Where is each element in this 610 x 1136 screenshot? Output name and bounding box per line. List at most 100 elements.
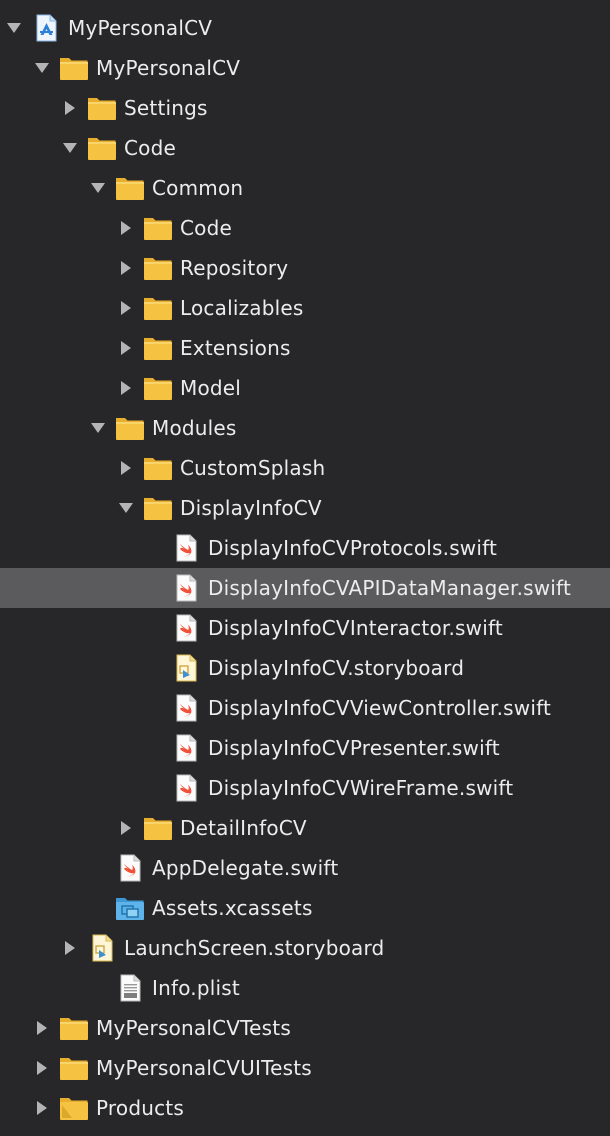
folder-icon: [143, 294, 173, 322]
disclosure-collapsed-icon[interactable]: [118, 460, 134, 476]
navigator-item-label: Common: [152, 176, 244, 200]
navigator-item-label: MyPersonalCV: [68, 16, 213, 40]
navigator-row-settings[interactable]: Settings: [0, 88, 610, 128]
folder-icon: [115, 174, 145, 202]
swift-file-icon: [171, 614, 201, 642]
disclosure-expanded-icon[interactable]: [34, 60, 50, 76]
navigator-item-label: Modules: [152, 416, 237, 440]
swift-file-icon: [171, 734, 201, 762]
navigator-item-label: DisplayInfoCV.storyboard: [208, 656, 465, 680]
navigator-row-customsplash[interactable]: CustomSplash: [0, 448, 610, 488]
navigator-item-label: Assets.xcassets: [152, 896, 313, 920]
disclosure-collapsed-icon[interactable]: [34, 1060, 50, 1076]
navigator-row-code[interactable]: Code: [0, 208, 610, 248]
navigator-row-displayinfocvinteractor-swift[interactable]: DisplayInfoCVInteractor.swift: [0, 608, 610, 648]
folder-icon: [59, 54, 89, 82]
navigator-row-mypersonalcvuitests[interactable]: MyPersonalCVUITests: [0, 1048, 610, 1088]
navigator-item-label: Model: [180, 376, 242, 400]
folder-icon: [59, 1014, 89, 1042]
swift-file-icon: [171, 574, 201, 602]
navigator-item-label: DisplayInfoCVProtocols.swift: [208, 536, 498, 560]
navigator-item-label: Extensions: [180, 336, 291, 360]
swift-file-icon: [171, 694, 201, 722]
navigator-item-label: CustomSplash: [180, 456, 326, 480]
navigator-item-label: DisplayInfoCVAPIDataManager.swift: [208, 576, 571, 600]
disclosure-collapsed-icon[interactable]: [118, 220, 134, 236]
navigator-item-label: MyPersonalCVTests: [96, 1016, 291, 1040]
navigator-row-extensions[interactable]: Extensions: [0, 328, 610, 368]
storyboard-file-icon: [171, 654, 201, 682]
disclosure-expanded-icon[interactable]: [62, 140, 78, 156]
asset-catalog-icon: [115, 894, 145, 922]
navigator-item-label: Code: [180, 216, 233, 240]
navigator-item-label: Info.plist: [152, 976, 240, 1000]
navigator-item-label: Products: [96, 1096, 184, 1120]
plist-file-icon: [115, 974, 145, 1002]
navigator-row-displayinfocv-storyboard[interactable]: DisplayInfoCV.storyboard: [0, 648, 610, 688]
disclosure-expanded-icon[interactable]: [90, 180, 106, 196]
disclosure-collapsed-icon[interactable]: [62, 100, 78, 116]
folder-icon: [143, 494, 173, 522]
swift-file-icon: [171, 774, 201, 802]
navigator-row-model[interactable]: Model: [0, 368, 610, 408]
navigator-item-label: Localizables: [180, 296, 304, 320]
navigator-item-label: MyPersonalCV: [96, 56, 241, 80]
navigator-row-assets-xcassets[interactable]: Assets.xcassets: [0, 888, 610, 928]
navigator-row-displayinfocvprotocols-swift[interactable]: DisplayInfoCVProtocols.swift: [0, 528, 610, 568]
disclosure-collapsed-icon[interactable]: [118, 260, 134, 276]
folder-icon: [143, 814, 173, 842]
products-folder-icon: [59, 1094, 89, 1122]
navigator-item-label: DisplayInfoCVWireFrame.swift: [208, 776, 514, 800]
folder-icon: [87, 94, 117, 122]
folder-icon: [143, 374, 173, 402]
navigator-row-repository[interactable]: Repository: [0, 248, 610, 288]
navigator-row-mypersonalcvtests[interactable]: MyPersonalCVTests: [0, 1008, 610, 1048]
project-navigator: MyPersonalCV MyPersonalCV Settings Code …: [0, 8, 610, 1128]
navigator-item-label: DisplayInfoCVPresenter.swift: [208, 736, 500, 760]
navigator-row-info-plist[interactable]: Info.plist: [0, 968, 610, 1008]
navigator-item-label: AppDelegate.swift: [152, 856, 339, 880]
navigator-item-label: Settings: [124, 96, 208, 120]
folder-icon: [115, 414, 145, 442]
navigator-item-label: DisplayInfoCV: [180, 496, 322, 520]
disclosure-collapsed-icon[interactable]: [62, 940, 78, 956]
swift-file-icon: [171, 534, 201, 562]
disclosure-collapsed-icon[interactable]: [118, 820, 134, 836]
navigator-row-launchscreen-storyboard[interactable]: LaunchScreen.storyboard: [0, 928, 610, 968]
navigator-item-label: Code: [124, 136, 177, 160]
disclosure-collapsed-icon[interactable]: [34, 1020, 50, 1036]
disclosure-expanded-icon[interactable]: [6, 20, 22, 36]
navigator-row-displayinfocvviewcontroller-swift[interactable]: DisplayInfoCVViewController.swift: [0, 688, 610, 728]
folder-icon: [143, 454, 173, 482]
navigator-row-mypersonalcv[interactable]: MyPersonalCV: [0, 8, 610, 48]
navigator-row-mypersonalcv[interactable]: MyPersonalCV: [0, 48, 610, 88]
disclosure-collapsed-icon[interactable]: [118, 300, 134, 316]
disclosure-expanded-icon[interactable]: [118, 500, 134, 516]
navigator-row-displayinfocvpresenter-swift[interactable]: DisplayInfoCVPresenter.swift: [0, 728, 610, 768]
navigator-item-label: MyPersonalCVUITests: [96, 1056, 312, 1080]
xcode-project-icon: [31, 14, 61, 42]
navigator-item-label: DisplayInfoCVInteractor.swift: [208, 616, 503, 640]
folder-icon: [143, 334, 173, 362]
folder-icon: [59, 1054, 89, 1082]
navigator-row-common[interactable]: Common: [0, 168, 610, 208]
navigator-row-displayinfocv[interactable]: DisplayInfoCV: [0, 488, 610, 528]
folder-icon: [143, 214, 173, 242]
disclosure-collapsed-icon[interactable]: [118, 380, 134, 396]
navigator-row-localizables[interactable]: Localizables: [0, 288, 610, 328]
navigator-row-detailinfocv[interactable]: DetailInfoCV: [0, 808, 610, 848]
navigator-row-displayinfocvapidatamanager-swift[interactable]: DisplayInfoCVAPIDataManager.swift: [0, 568, 610, 608]
disclosure-collapsed-icon[interactable]: [118, 340, 134, 356]
navigator-row-modules[interactable]: Modules: [0, 408, 610, 448]
disclosure-collapsed-icon[interactable]: [34, 1100, 50, 1116]
navigator-item-label: Repository: [180, 256, 289, 280]
navigator-row-appdelegate-swift[interactable]: AppDelegate.swift: [0, 848, 610, 888]
navigator-row-code[interactable]: Code: [0, 128, 610, 168]
swift-file-icon: [115, 854, 145, 882]
navigator-row-products[interactable]: Products: [0, 1088, 610, 1128]
navigator-item-label: DetailInfoCV: [180, 816, 307, 840]
navigator-item-label: LaunchScreen.storyboard: [124, 936, 385, 960]
disclosure-expanded-icon[interactable]: [90, 420, 106, 436]
storyboard-file-icon: [87, 934, 117, 962]
navigator-row-displayinfocvwireframe-swift[interactable]: DisplayInfoCVWireFrame.swift: [0, 768, 610, 808]
